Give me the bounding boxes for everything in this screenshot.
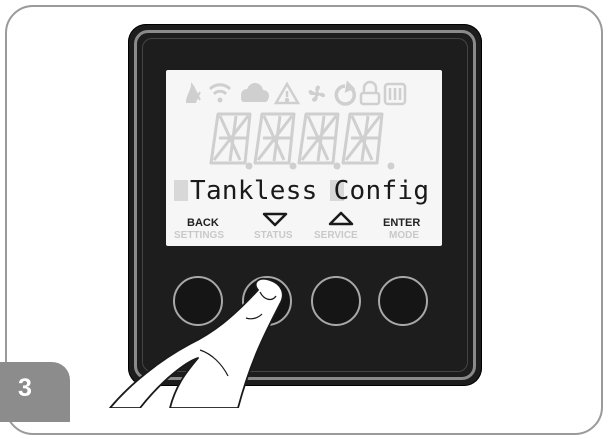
status-label: STATUS (254, 230, 293, 241)
status-down-button[interactable] (242, 276, 292, 326)
enter-button[interactable] (378, 276, 428, 326)
display-message: Tankless Config (190, 176, 430, 206)
back-button[interactable] (173, 276, 223, 326)
back-label: BACK (187, 217, 219, 229)
service-up-button[interactable] (311, 276, 361, 326)
unlit-segment-cell (174, 180, 188, 201)
settings-label: SETTINGS (174, 230, 225, 241)
mode-label: MODE (389, 230, 419, 241)
service-label: SERVICE (314, 230, 358, 241)
step-number-badge: 3 (0, 362, 70, 422)
up-arrow-icon (328, 211, 354, 226)
enter-label: ENTER (383, 217, 421, 229)
down-arrow-icon (262, 212, 288, 227)
